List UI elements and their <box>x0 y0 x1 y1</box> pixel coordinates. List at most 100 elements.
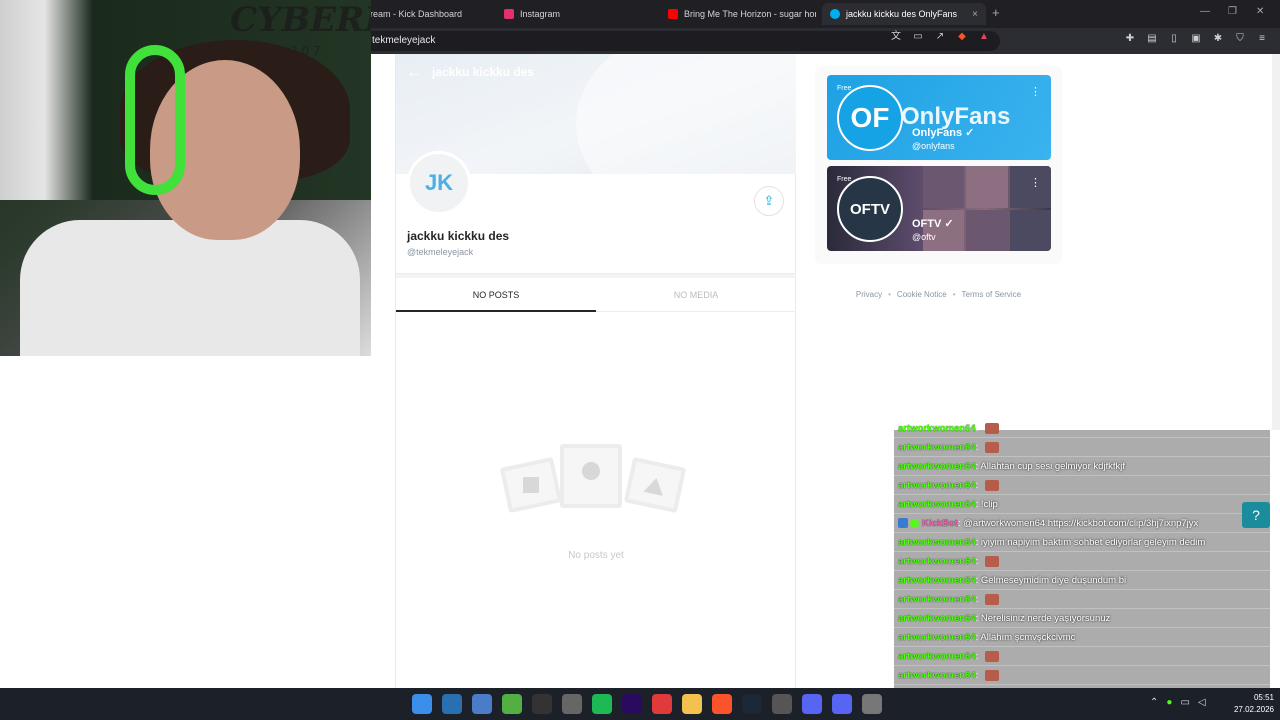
brave-rewards-icon[interactable]: ▲ <box>978 31 990 43</box>
chat-message: artworkwomen64: <box>894 648 1270 666</box>
tab-onlyfans[interactable]: jackku kickku des OnlyFans × <box>822 3 986 25</box>
share-profile-button[interactable]: ⇪ <box>754 186 784 216</box>
vpn-icon[interactable]: ⛉ <box>1234 33 1246 45</box>
clock-date: 27.02.2026 <box>1233 705 1274 714</box>
chat-username[interactable]: artworkwomen64 <box>898 613 976 624</box>
chat-separator: : <box>975 423 979 434</box>
page-scrollbar[interactable] <box>1272 54 1280 430</box>
url-text: tekmeleyejack <box>372 35 436 46</box>
calculator-icon[interactable] <box>562 694 582 714</box>
share-icon: ⇪ <box>763 193 775 208</box>
reading-icon[interactable]: ▤ <box>1146 33 1158 45</box>
banner-title: jackku kickku des <box>432 65 535 79</box>
chevron-up-icon[interactable]: ⌃ <box>1150 697 1158 708</box>
chat-username[interactable]: artworkwomen64 <box>898 499 976 510</box>
footer-links: Privacy • Cookie Notice • Terms of Servi… <box>815 290 1062 299</box>
extensions-icon[interactable]: ✚ <box>1124 33 1136 45</box>
more-options-icon[interactable]: ⋮ <box>1030 176 1041 189</box>
bot-badge-icon <box>898 518 908 529</box>
suggestion-avatar[interactable]: OF <box>837 85 903 151</box>
chat-username[interactable]: artworkwomen64 <box>898 670 976 681</box>
suggestions-panel: OnlyFans OF Free ⋮ OnlyFans ✓ @onlyfans … <box>815 66 1062 264</box>
photo-card-icon <box>560 444 622 508</box>
terms-link[interactable]: Terms of Service <box>962 290 1022 299</box>
menu-icon[interactable]: ≡ <box>1256 33 1268 45</box>
tab-instagram[interactable]: Instagram <box>496 3 656 25</box>
screen: ream - Kick Dashboard Instagram Bring Me… <box>0 0 1280 720</box>
discord-icon[interactable] <box>832 694 852 714</box>
chat-username[interactable]: artworkwomen64 <box>898 537 976 548</box>
cast-icon[interactable]: ▭ <box>912 31 924 43</box>
emote-icon <box>984 669 999 681</box>
tab-kick-dashboard[interactable]: ream - Kick Dashboard <box>362 3 490 25</box>
url-actions: 文 ▭ ↗ ◆ ▲ <box>890 31 990 43</box>
chat-username[interactable]: artworkwomen64 <box>898 575 976 586</box>
leo-icon[interactable]: ✱ <box>1212 33 1224 45</box>
tab-youtube[interactable]: Bring Me The Horizon - sugar honey <box>660 3 816 25</box>
volume-icon[interactable]: ◁ <box>1198 697 1206 708</box>
steam-icon[interactable] <box>742 694 762 714</box>
more-options-icon[interactable]: ⋮ <box>1030 85 1041 98</box>
chat-username[interactable]: artworkwomen64 <box>898 556 976 567</box>
chat-text: Gelmeseymidim diye duşundum bi <box>980 575 1127 586</box>
settings-icon[interactable] <box>442 694 462 714</box>
avatar-initials: JK <box>424 170 454 195</box>
explorer-icon[interactable] <box>682 694 702 714</box>
chat-separator: : <box>975 480 979 491</box>
microphone-icon[interactable]: ● <box>1166 697 1172 708</box>
epic-icon[interactable] <box>532 694 552 714</box>
chat-username[interactable]: artworkwomen64 <box>898 632 976 643</box>
tab-posts[interactable]: NO POSTS <box>396 278 596 312</box>
new-tab-button[interactable]: + <box>992 5 1000 20</box>
chat-username[interactable]: KickBot <box>922 518 958 529</box>
clock[interactable]: 05:51 27.02.2026 <box>1222 692 1274 716</box>
suggestion-card-oftv[interactable]: OFTV Free ⋮ OFTV ✓ @oftv <box>827 166 1051 251</box>
suggestion-avatar[interactable]: OFTV <box>837 176 903 242</box>
translate-icon[interactable]: 文 <box>890 31 902 43</box>
chat-username[interactable]: artworkwomen64 <box>898 442 976 453</box>
back-arrow-icon[interactable]: ← <box>406 64 422 82</box>
chat-username[interactable]: artworkwomen64 <box>898 461 976 472</box>
gear-icon[interactable] <box>862 694 882 714</box>
suggestion-name: OnlyFans ✓ <box>912 127 975 139</box>
privacy-link[interactable]: Privacy <box>856 290 882 299</box>
chat-username[interactable]: artworkwomen64 <box>898 480 976 491</box>
brave-shield-icon[interactable]: ◆ <box>956 31 968 43</box>
brave-icon[interactable] <box>712 694 732 714</box>
sidebar-icon[interactable]: ▯ <box>1168 33 1180 45</box>
chat-separator: : <box>975 632 979 643</box>
chat-separator: : <box>975 537 979 548</box>
obs-icon[interactable] <box>772 694 792 714</box>
free-badge: Free <box>837 176 852 183</box>
share-icon[interactable]: ↗ <box>934 31 946 43</box>
chat-message: artworkwomen64: <box>894 553 1270 571</box>
tab-media[interactable]: NO MEDIA <box>596 278 796 312</box>
emote-icon <box>984 650 999 662</box>
onlyfans-icon <box>830 9 840 19</box>
chat-username[interactable]: artworkwomen64 <box>898 423 976 434</box>
premiere-icon[interactable] <box>622 694 642 714</box>
app-red-icon[interactable] <box>652 694 672 714</box>
network-icon[interactable]: ▭ <box>1180 697 1189 708</box>
cookie-notice-link[interactable]: Cookie Notice <box>897 290 947 299</box>
help-button[interactable]: ? <box>1242 502 1270 528</box>
profile-handle[interactable]: @tekmeleyejack <box>407 247 473 257</box>
wallet-icon[interactable]: ▣ <box>1190 33 1202 45</box>
app-purple-icon[interactable] <box>802 694 822 714</box>
close-tab-icon[interactable]: × <box>972 9 978 20</box>
minimize-icon[interactable]: — <box>1200 6 1210 17</box>
spotify-icon[interactable] <box>592 694 612 714</box>
chat-username[interactable]: artworkwomen64 <box>898 594 976 605</box>
close-window-icon[interactable]: ✕ <box>1256 6 1264 17</box>
suggestion-card-onlyfans[interactable]: OnlyFans OF Free ⋮ OnlyFans ✓ @onlyfans <box>827 75 1051 160</box>
xbox-icon[interactable] <box>502 694 522 714</box>
windows-icon[interactable] <box>412 694 432 714</box>
clock-time: 05:51 <box>1253 693 1274 702</box>
profile-avatar[interactable]: JK <box>407 151 471 215</box>
chat-separator: : <box>975 556 979 567</box>
display-icon[interactable] <box>472 694 492 714</box>
maximize-icon[interactable]: ❐ <box>1228 6 1237 17</box>
toolbar-icons: ✚ ▤ ▯ ▣ ✱ ⛉ ≡ <box>1124 33 1268 45</box>
instagram-icon <box>504 9 514 19</box>
chat-username[interactable]: artworkwomen64 <box>898 651 976 662</box>
